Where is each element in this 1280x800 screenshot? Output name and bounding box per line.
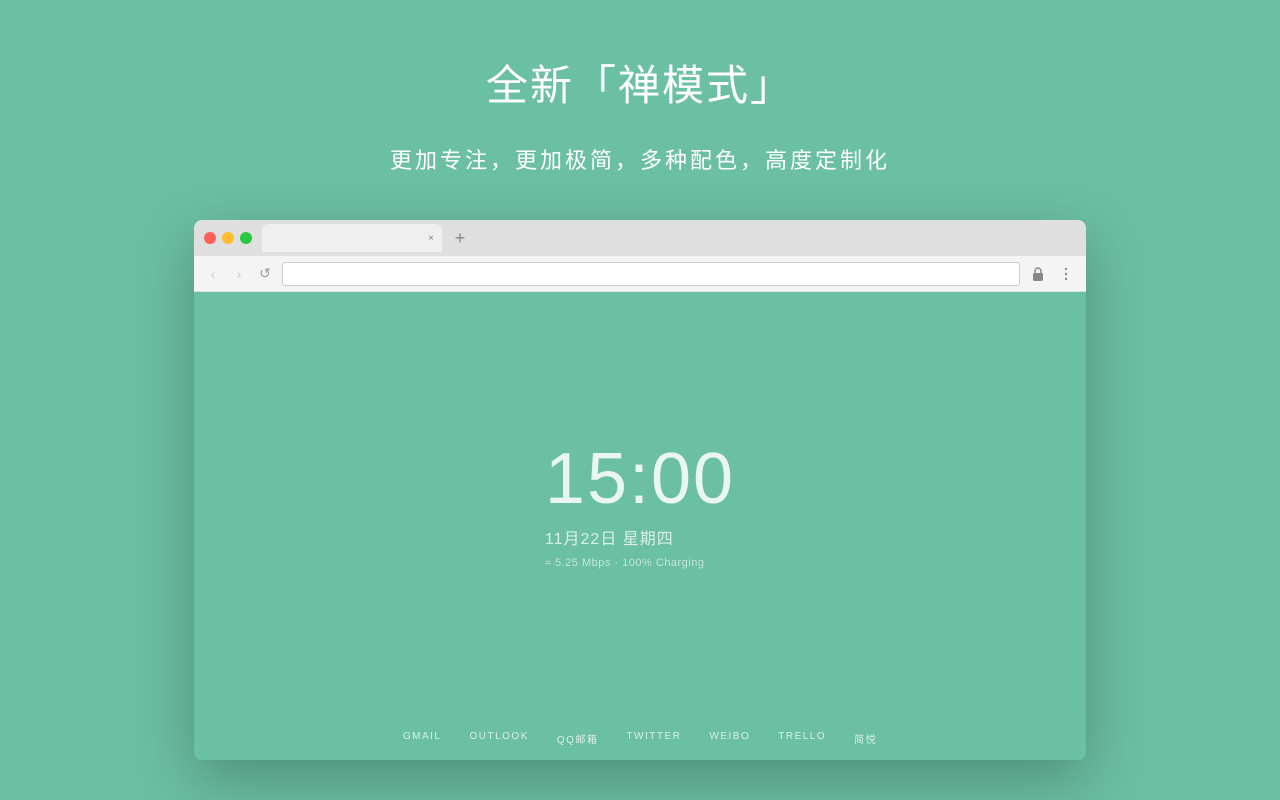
browser-window: × + ‹ › ↺ (194, 220, 1086, 760)
footer-link-trello[interactable]: TRELLO (778, 731, 826, 746)
dot-green[interactable] (240, 232, 252, 244)
footer-link-jianyue[interactable]: 简悦 (854, 731, 877, 746)
forward-button[interactable]: › (230, 265, 248, 283)
footer-link-weibo[interactable]: WEIBO (709, 731, 750, 746)
new-tab-button[interactable]: + (446, 224, 474, 252)
footer-link-twitter[interactable]: TWITTER (626, 731, 681, 746)
footer-link-gmail[interactable]: GMAIL (403, 731, 442, 746)
back-button[interactable]: ‹ (204, 265, 222, 283)
browser-dots (204, 232, 252, 244)
page-subtitle: 更加专注，更加极简，多种配色，高度定制化 (390, 143, 890, 175)
menu-icon[interactable] (1056, 264, 1076, 284)
clock-status: ≈ 5.25 Mbps · 100% Charging (545, 557, 735, 569)
address-bar[interactable] (282, 262, 1020, 286)
dot-red[interactable] (204, 232, 216, 244)
extension-icon[interactable] (1028, 264, 1048, 284)
clock-date: 11月22日 星期四 (545, 525, 735, 549)
toolbar-icons (1028, 264, 1076, 284)
reload-button[interactable]: ↺ (256, 265, 274, 283)
dot-yellow[interactable] (222, 232, 234, 244)
footer-link-qq[interactable]: QQ邮箱 (557, 731, 599, 746)
browser-footer: GMAIL OUTLOOK QQ邮箱 TWITTER WEIBO TRELLO … (194, 719, 1086, 760)
browser-content: 15:00 11月22日 星期四 ≈ 5.25 Mbps · 100% Char… (194, 292, 1086, 719)
footer-link-outlook[interactable]: OUTLOOK (469, 731, 528, 746)
browser-toolbar: ‹ › ↺ (194, 256, 1086, 292)
clock-time: 15:00 (545, 443, 735, 515)
clock-display: 15:00 11月22日 星期四 ≈ 5.25 Mbps · 100% Char… (545, 443, 735, 569)
page-title: 全新「禅模式」 (486, 52, 794, 113)
browser-titlebar: × + (194, 220, 1086, 256)
tab-close-icon[interactable]: × (428, 233, 434, 244)
browser-tab[interactable]: × (262, 224, 442, 252)
browser-tab-bar: × + (262, 224, 1076, 252)
